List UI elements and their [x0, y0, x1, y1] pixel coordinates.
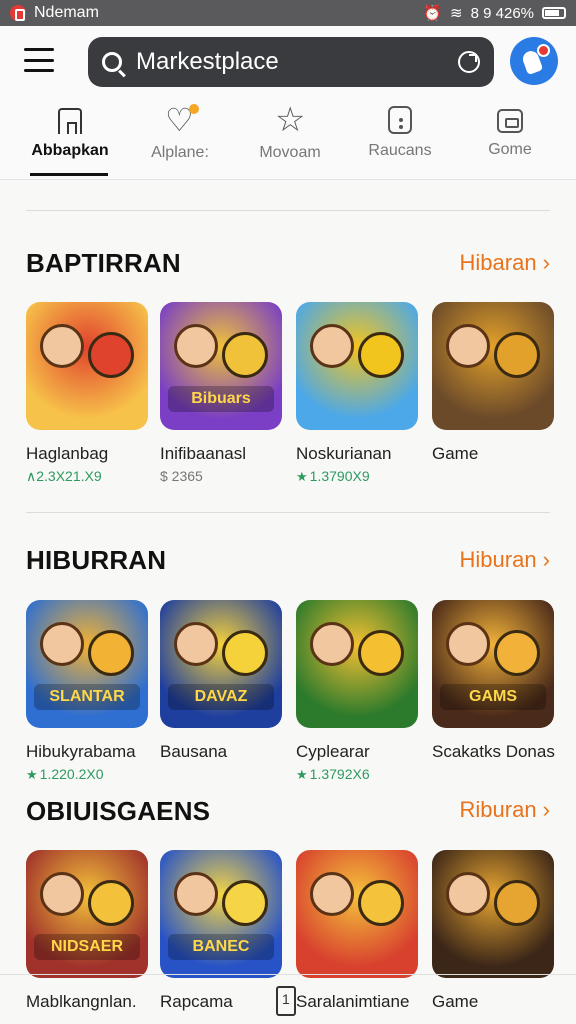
app-icon[interactable]: Bibuars: [160, 302, 282, 430]
app-meta: 1.220.2X0: [39, 766, 104, 780]
search-bar[interactable]: [88, 37, 494, 87]
app-name: Mablkangnlan.: [26, 992, 137, 1011]
app-row: SLANTAR Hibukyrabama ★ 1.220.2X0 DAVAZ Bausan…: [0, 600, 576, 780]
app-meta: 1.3792X6: [309, 766, 370, 780]
document-icon[interactable]: [276, 986, 296, 1016]
app-icon-title: NIDSAER: [34, 934, 140, 960]
status-right-text: 8 9 426%: [470, 4, 534, 22]
app-name: Cyplearar: [296, 742, 370, 761]
bottom-divider: [0, 974, 576, 975]
app-icon[interactable]: [26, 302, 148, 430]
app-card[interactable]: Game: [432, 850, 554, 1024]
section-title: HIBURRAN: [26, 545, 167, 575]
app-icon-title: DAVAZ: [168, 684, 274, 710]
app-row: Haglanbag ∧2.3X21.X9 Bibuars Inifibaanasl $ …: [0, 302, 576, 482]
tab-games[interactable]: Gome: [455, 100, 565, 180]
app-meta-row: ★ 1.220.2X0: [26, 766, 104, 780]
status-bar: Ndemam ⏰ ≋ 8 9 426%: [0, 0, 576, 26]
app-name: Hibukyrabama: [26, 742, 136, 761]
app-card[interactable]: NIDSAER Mablkangnlan.: [26, 850, 148, 1024]
tab-label: Movoam: [259, 144, 321, 161]
app-icon[interactable]: DAVAZ: [160, 600, 282, 728]
rating-star-icon: ★: [296, 767, 308, 780]
avatar[interactable]: [510, 37, 558, 85]
app-icon[interactable]: [296, 850, 418, 978]
app-icon-title: BANEC: [168, 934, 274, 960]
app-card[interactable]: Game: [432, 302, 554, 482]
app-meta: ∧2.3X21.X9: [26, 468, 102, 482]
tab-apps[interactable]: Abbapkan: [15, 100, 125, 180]
app-meta-row: ★ 1.3790X9: [296, 468, 370, 482]
status-app-name: Ndemam: [34, 4, 99, 21]
app-card[interactable]: Cyplearar ★ 1.3792X6: [296, 600, 418, 780]
app-notification-icon: [10, 5, 26, 21]
app-icon[interactable]: [432, 302, 554, 430]
search-input[interactable]: [136, 48, 458, 76]
app-icon[interactable]: SLANTAR: [26, 600, 148, 728]
app-name: Game: [432, 444, 479, 463]
app-meta: $ 2365: [160, 468, 203, 482]
app-name: Inifibaanasl: [160, 444, 247, 463]
search-icon: [102, 52, 122, 72]
section-title: BAPTIRRAN: [26, 248, 181, 278]
alarm-icon: ⏰: [423, 5, 443, 22]
notification-badge: [537, 44, 550, 57]
app-icon[interactable]: [296, 600, 418, 728]
app-name: Bausana: [160, 742, 228, 761]
app-card[interactable]: Saralanimtiane: [296, 850, 418, 1024]
home-icon: [58, 108, 82, 134]
section-more-link[interactable]: Hibaran ›: [460, 250, 550, 276]
tab-wishlist[interactable]: Alplane:: [125, 100, 235, 180]
app-icon[interactable]: NIDSAER: [26, 850, 148, 978]
wifi-icon: ≋: [450, 5, 463, 22]
app-card[interactable]: BANEC Rapcama: [160, 850, 282, 1024]
app-name: Game: [432, 992, 479, 1011]
app-meta: 1.3790X9: [309, 468, 370, 482]
app-icon-title: Bibuars: [168, 386, 274, 412]
app-name: Haglanbag: [26, 444, 109, 463]
app-icon-title: GAMS: [440, 684, 546, 710]
section-more-link[interactable]: Hiburan ›: [460, 547, 550, 573]
battery-icon: [542, 7, 566, 19]
app-name: Scakatks Donas: [432, 742, 555, 761]
tab-movies[interactable]: Movoam: [235, 100, 345, 180]
tab-label: Alplane:: [151, 144, 209, 161]
app-name: Rapcama: [160, 992, 233, 1011]
tab-label: Abbapkan: [31, 142, 109, 159]
app-card[interactable]: GAMS Scakatks Donas: [432, 600, 555, 780]
app-card[interactable]: SLANTAR Hibukyrabama ★ 1.220.2X0: [26, 600, 148, 780]
app-meta-row: ∧2.3X21.X9: [26, 468, 102, 482]
divider: [26, 210, 550, 211]
app-meta-row: $ 2365: [160, 468, 203, 482]
category-tabs: Abbapkan Alplane: Movoam Raucans Gome: [0, 100, 576, 180]
divider: [26, 512, 550, 513]
app-card[interactable]: DAVAZ Bausana: [160, 600, 282, 780]
section-title: OBIUISGAENS: [26, 796, 211, 826]
app-name: Saralanimtiane: [296, 992, 410, 1011]
heart-icon: [165, 104, 199, 136]
app-card[interactable]: Noskurianan ★ 1.3790X9: [296, 302, 418, 482]
app-icon[interactable]: BANEC: [160, 850, 282, 978]
bag-icon: [388, 106, 412, 134]
game-icon: [497, 109, 523, 133]
app-meta-row: ★ 1.3792X6: [296, 766, 370, 780]
app-card[interactable]: Bibuars Inifibaanasl $ 2365: [160, 302, 282, 482]
app-icon[interactable]: [432, 850, 554, 978]
refresh-icon[interactable]: [458, 51, 480, 73]
rating-star-icon: ★: [296, 469, 308, 482]
star-icon: [275, 106, 305, 136]
app-icon[interactable]: [296, 302, 418, 430]
menu-icon[interactable]: [24, 48, 54, 72]
app-name: Noskurianan: [296, 444, 392, 463]
app-icon[interactable]: GAMS: [432, 600, 554, 728]
tab-label: Raucans: [368, 142, 432, 159]
rating-star-icon: ★: [26, 767, 38, 780]
app-icon-title: SLANTAR: [34, 684, 140, 710]
top-bar: [0, 26, 576, 100]
tab-label: Gome: [488, 141, 532, 158]
section-more-link[interactable]: Riburan ›: [460, 797, 550, 823]
tab-books[interactable]: Raucans: [345, 100, 455, 180]
app-card[interactable]: Haglanbag ∧2.3X21.X9: [26, 302, 148, 482]
